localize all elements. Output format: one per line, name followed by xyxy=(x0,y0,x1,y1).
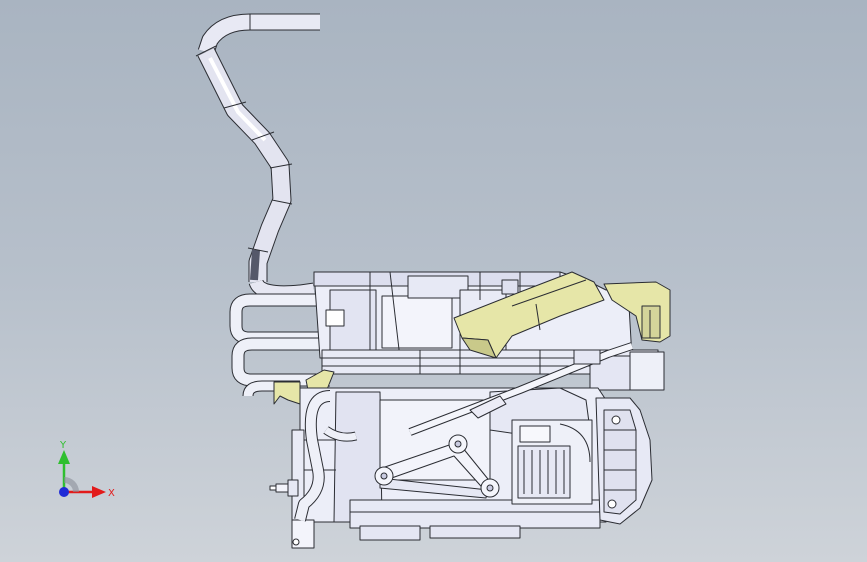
x-axis-label: X xyxy=(108,488,115,499)
coordinate-triad: Y X xyxy=(58,440,115,499)
z-axis-dot xyxy=(59,487,69,497)
upper-hose[interactable] xyxy=(195,13,320,301)
left-fitting[interactable] xyxy=(269,479,299,497)
finned-connector[interactable] xyxy=(511,419,593,505)
y-axis-label: Y xyxy=(59,440,67,451)
cad-viewport[interactable]: Y X xyxy=(0,0,867,562)
engine-assembly-model[interactable] xyxy=(0,0,867,562)
right-drive-unit[interactable] xyxy=(595,397,653,525)
y-axis-arrow xyxy=(58,450,70,464)
x-axis-arrow xyxy=(92,486,106,498)
